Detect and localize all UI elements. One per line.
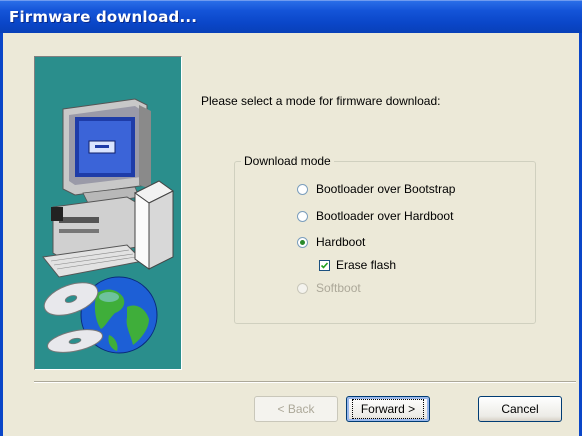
radio-label: Hardboot <box>316 235 366 249</box>
cancel-button[interactable]: Cancel <box>478 396 562 422</box>
window-frame-left <box>0 33 3 436</box>
radio-button <box>297 282 308 294</box>
forward-button[interactable]: Forward > <box>346 396 430 422</box>
wizard-illustration <box>34 56 182 370</box>
button-separator <box>34 381 576 383</box>
checkbox[interactable] <box>319 259 330 271</box>
radio-label: Bootloader over Bootstrap <box>316 182 456 196</box>
radio-softboot: Softboot <box>297 281 361 295</box>
radio-bootloader-over-hardboot[interactable]: Bootloader over Hardboot <box>297 209 453 223</box>
radio-bootloader-over-bootstrap[interactable]: Bootloader over Bootstrap <box>297 182 455 196</box>
radio-button[interactable] <box>297 236 308 248</box>
erase-flash-checkbox[interactable]: Erase flash <box>319 258 396 272</box>
forward-button-label: Forward > <box>351 399 425 419</box>
computer-illustration <box>42 98 174 354</box>
radio-hardboot[interactable]: Hardboot <box>297 235 365 249</box>
radio-label: Bootloader over Hardboot <box>316 209 454 223</box>
radio-label: Softboot <box>316 281 361 295</box>
checkmark-icon <box>320 261 329 269</box>
window-title: Firmware download... <box>9 8 198 26</box>
radio-button[interactable] <box>297 210 308 222</box>
instruction-text: Please select a mode for firmware downlo… <box>201 94 441 108</box>
radio-button[interactable] <box>297 183 308 195</box>
back-button-label: < Back <box>277 402 315 416</box>
group-legend: Download mode <box>241 154 334 168</box>
back-button[interactable]: < Back <box>254 396 338 422</box>
checkbox-label: Erase flash <box>336 258 397 272</box>
title-bar[interactable]: Firmware download... <box>0 0 582 33</box>
cancel-button-label: Cancel <box>501 402 539 416</box>
